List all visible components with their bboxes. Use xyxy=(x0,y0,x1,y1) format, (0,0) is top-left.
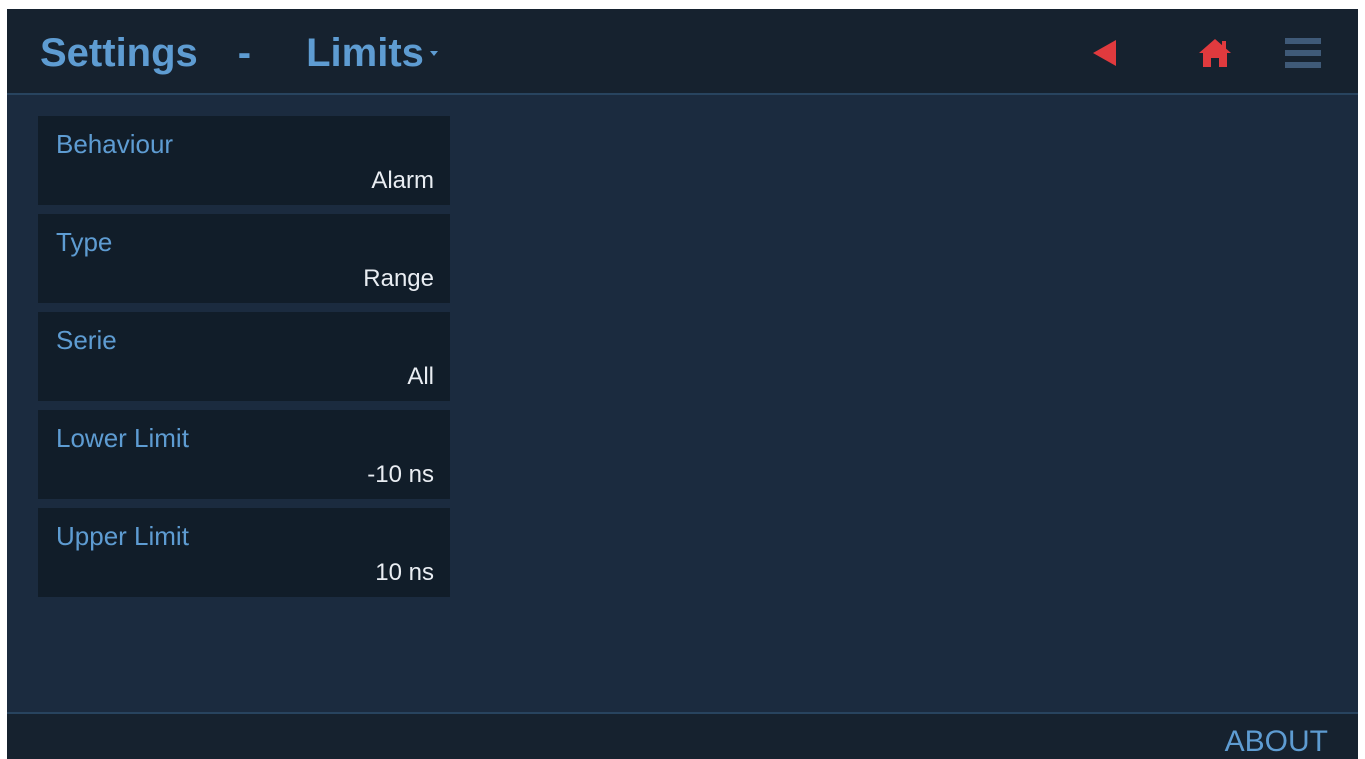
hamburger-menu-icon xyxy=(1285,38,1321,68)
section-dropdown[interactable]: Limits xyxy=(306,31,438,75)
menu-button[interactable] xyxy=(1281,31,1325,75)
setting-value: 10 ns xyxy=(375,559,434,586)
home-icon xyxy=(1199,39,1231,67)
setting-label: Serie xyxy=(56,325,117,355)
setting-value: All xyxy=(407,363,434,390)
setting-upper-limit[interactable]: Upper Limit 10 ns xyxy=(38,508,450,597)
section-label: Limits xyxy=(306,31,424,75)
title-separator: - xyxy=(237,31,252,75)
setting-lower-limit[interactable]: Lower Limit -10 ns xyxy=(38,410,450,499)
setting-value: Alarm xyxy=(371,167,434,194)
footer-bar: ABOUT xyxy=(7,712,1358,759)
setting-label: Behaviour xyxy=(56,129,174,159)
setting-type[interactable]: Type Range xyxy=(38,214,450,303)
setting-value: -10 ns xyxy=(367,461,434,488)
page-title: Settings - Limits xyxy=(40,29,438,77)
back-button[interactable] xyxy=(1083,31,1127,75)
setting-behaviour[interactable]: Behaviour Alarm xyxy=(38,116,450,205)
caret-down-icon xyxy=(429,50,438,56)
setting-label: Upper Limit xyxy=(56,521,189,551)
setting-serie[interactable]: Serie All xyxy=(38,312,450,401)
setting-label: Lower Limit xyxy=(56,423,189,453)
home-button[interactable] xyxy=(1193,31,1237,75)
about-button[interactable]: ABOUT xyxy=(1225,724,1328,759)
setting-value: Range xyxy=(363,265,434,292)
title-settings: Settings xyxy=(40,31,198,75)
back-triangle-icon xyxy=(1093,40,1116,66)
header-bar: Settings - Limits xyxy=(7,9,1358,95)
setting-label: Type xyxy=(56,227,113,257)
limits-settings-screen: Settings - Limits Behaviour Alarm Type R… xyxy=(7,9,1358,759)
settings-list: Behaviour Alarm Type Range Serie All Low… xyxy=(38,116,450,606)
